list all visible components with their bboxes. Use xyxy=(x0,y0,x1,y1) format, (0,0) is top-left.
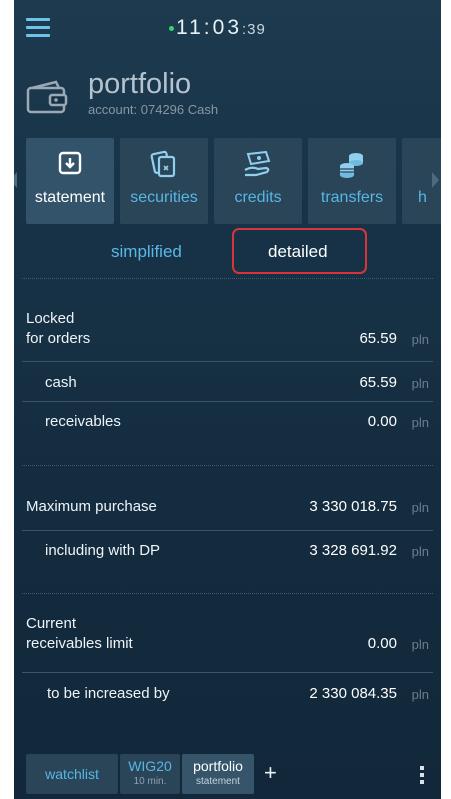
more-options-icon[interactable] xyxy=(420,766,426,787)
bottom-tab-bar: watchlist WIG20 10 min. portfolio statem… xyxy=(14,752,441,798)
max-purchase-unit: pln xyxy=(411,500,429,515)
divider xyxy=(22,361,433,362)
tile-statement[interactable]: statement xyxy=(26,138,114,224)
tab-watchlist-label: watchlist xyxy=(45,766,99,782)
divider xyxy=(22,530,433,531)
current-limit-value: 0.00 xyxy=(367,635,397,652)
section-tiles: statement securities credits transfers h xyxy=(14,138,441,226)
cash-unit: pln xyxy=(411,376,429,391)
page-header: portfolio account: 074296 Cash xyxy=(24,68,424,128)
tab-portfolio-statement[interactable]: portfolio statement xyxy=(182,754,254,794)
current-receivables-limit-row: Current receivables limit 0.00 pln xyxy=(14,615,441,665)
tile-transfers-label: transfers xyxy=(320,189,384,206)
divider xyxy=(22,465,433,466)
tile-transfers[interactable]: transfers xyxy=(308,138,396,224)
divider xyxy=(22,672,433,673)
tab-wig20-sublabel: 10 min. xyxy=(133,776,167,787)
locked-label-line2: for orders xyxy=(26,330,91,347)
securities-doc-icon xyxy=(150,150,176,178)
to-be-increased-row: to be increased by 2 330 084.35 pln xyxy=(14,685,441,709)
transfers-coins-icon xyxy=(340,153,363,178)
simplified-option[interactable]: simplified xyxy=(111,242,182,262)
receivables-row: receivables 0.00 pln xyxy=(14,413,441,437)
tile-credits-label: credits xyxy=(234,189,282,206)
including-dp-unit: pln xyxy=(411,544,429,559)
status-bar: 11:03:39 xyxy=(14,0,441,62)
tab-wig20[interactable]: WIG20 10 min. xyxy=(120,754,180,794)
current-limit-unit: pln xyxy=(411,637,429,652)
scroll-left-arrow-icon[interactable] xyxy=(14,172,17,188)
to-be-increased-unit: pln xyxy=(411,687,429,702)
credits-hand-icon xyxy=(244,150,271,177)
to-be-increased-value: 2 330 084.35 xyxy=(309,685,397,702)
tile-statement-label: statement xyxy=(34,189,106,206)
current-limit-label-line1: Current xyxy=(26,615,77,632)
cash-value: 65.59 xyxy=(359,374,397,391)
statement-download-icon xyxy=(58,151,82,175)
locked-label-line1: Locked xyxy=(26,310,75,327)
clock: 11:03:39 xyxy=(166,16,266,40)
tab-wig20-label: WIG20 xyxy=(128,758,172,774)
divider xyxy=(22,401,433,402)
including-dp-row: including with DP 3 328 691.92 pln xyxy=(14,542,441,566)
tile-securities[interactable]: securities xyxy=(120,138,208,224)
clock-seconds: :39 xyxy=(242,21,266,38)
locked-value: 65.59 xyxy=(359,330,397,347)
clock-time: 11:03 xyxy=(176,16,242,39)
tile-history-label: h xyxy=(418,189,427,206)
receivables-label: receivables xyxy=(45,413,121,430)
detailed-option[interactable]: detailed xyxy=(268,242,328,262)
wallet-icon xyxy=(26,80,68,114)
add-tab-plus-icon[interactable]: + xyxy=(264,760,277,786)
account-subtitle: account: 074296 Cash xyxy=(88,102,219,117)
maximum-purchase-row: Maximum purchase 3 330 018.75 pln xyxy=(14,498,441,522)
to-be-increased-label: to be increased by xyxy=(47,685,170,702)
tile-credits[interactable]: credits xyxy=(214,138,302,224)
app-screen: 11:03:39 portfolio account: 074296 Cash … xyxy=(14,0,441,799)
receivables-unit: pln xyxy=(411,415,429,430)
page-title: portfolio xyxy=(88,68,192,100)
locked-unit: pln xyxy=(411,332,429,347)
locked-for-orders-row: Locked for orders 65.59 pln xyxy=(14,310,441,360)
scroll-right-arrow-icon[interactable] xyxy=(432,172,439,188)
cash-label: cash xyxy=(45,374,77,391)
divider xyxy=(22,278,433,279)
hamburger-menu-icon[interactable] xyxy=(26,18,50,38)
tab-portfolio-label: portfolio xyxy=(193,758,243,774)
current-limit-label-line2: receivables limit xyxy=(26,635,133,652)
view-toggle: simplified detailed xyxy=(14,228,441,278)
including-dp-label: including with DP xyxy=(45,542,161,559)
max-purchase-value: 3 330 018.75 xyxy=(309,498,397,515)
cash-row: cash 65.59 pln xyxy=(14,374,441,398)
tab-watchlist[interactable]: watchlist xyxy=(26,754,118,794)
receivables-value: 0.00 xyxy=(367,413,397,430)
divider xyxy=(22,593,433,594)
max-purchase-label: Maximum purchase xyxy=(26,498,157,515)
tab-portfolio-sublabel: statement xyxy=(196,776,240,787)
tile-securities-label: securities xyxy=(130,189,198,206)
including-dp-value: 3 328 691.92 xyxy=(309,542,397,559)
